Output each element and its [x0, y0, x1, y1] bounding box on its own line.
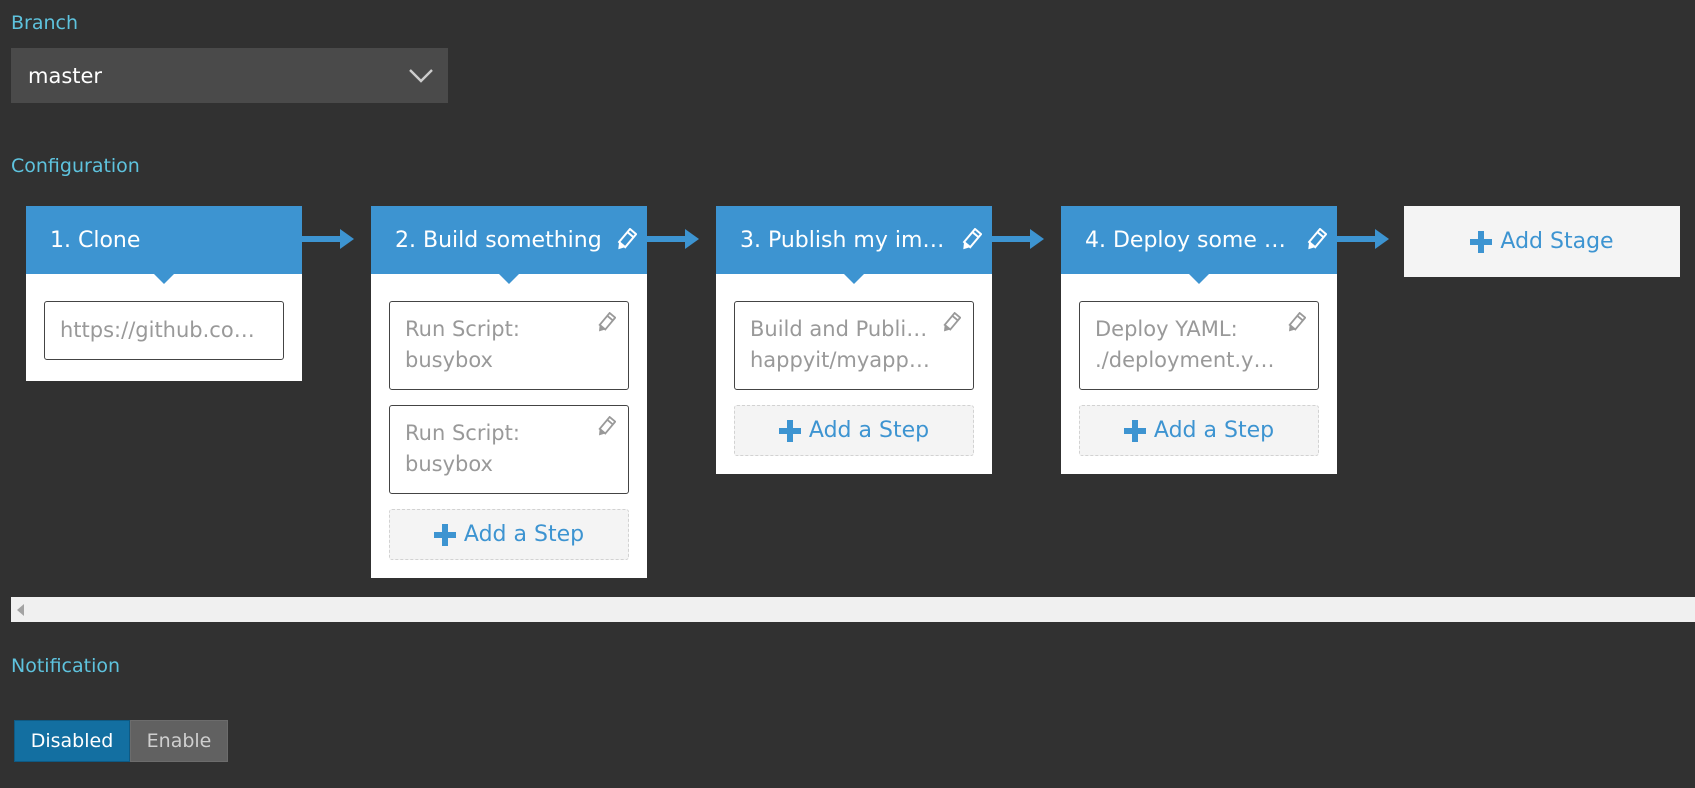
enable-button[interactable]: Enable — [130, 720, 228, 762]
stage-caret — [1188, 273, 1210, 284]
pencil-icon[interactable] — [596, 312, 616, 334]
add-step-button[interactable]: Add a Step — [389, 509, 629, 560]
step-card[interactable]: Run Script: busybox — [389, 405, 629, 494]
stage-title: 4. Deploy some w… — [1085, 227, 1297, 253]
arrow-right-icon — [1337, 229, 1389, 249]
stage-header[interactable]: 1. Clone — [26, 206, 302, 284]
stage-deploy: 4. Deploy some w… Deploy YAML: ./deploym… — [1061, 206, 1337, 474]
clone-url-step[interactable]: https://github.com… — [44, 301, 284, 360]
plus-icon — [433, 523, 456, 546]
plus-icon — [1470, 230, 1493, 253]
add-step-label: Add a Step — [463, 522, 585, 547]
arrow-right-icon — [992, 229, 1044, 249]
pencil-icon[interactable] — [960, 228, 982, 252]
scroll-left-icon[interactable] — [17, 604, 25, 616]
branch-label: Branch — [11, 12, 79, 34]
step-line-2: busybox — [405, 348, 493, 372]
stage-publish: 3. Publish my image Build and Publish… h… — [716, 206, 992, 474]
stage-header[interactable]: 3. Publish my image — [716, 206, 992, 284]
step-line-1: Build and Publish… — [750, 317, 933, 341]
stage-caret — [153, 273, 175, 284]
step-line-1: Run Script: — [405, 421, 520, 445]
stage-build: 2. Build something Run Script: busybox R… — [371, 206, 647, 578]
step-line-1: Deploy YAML: — [1095, 317, 1238, 341]
arrow-right-icon — [302, 229, 354, 249]
step-card[interactable]: Deploy YAML: ./deployment.yaml — [1079, 301, 1319, 390]
plus-icon — [1123, 419, 1146, 442]
configuration-label: Configuration — [11, 155, 140, 177]
add-stage-button[interactable]: Add Stage — [1404, 206, 1680, 277]
step-card[interactable]: Run Script: busybox — [389, 301, 629, 390]
plus-icon — [778, 419, 801, 442]
add-step-label: Add a Step — [808, 418, 930, 443]
add-step-button[interactable]: Add a Step — [734, 405, 974, 456]
step-card[interactable]: Build and Publish… happyit/myapp:v1.0… — [734, 301, 974, 390]
branch-select[interactable]: master — [11, 48, 448, 103]
stage-clone: 1. Clone https://github.com… — [26, 206, 302, 381]
pencil-icon[interactable] — [941, 312, 961, 334]
chevron-down-icon — [409, 69, 433, 83]
stage-title: 3. Publish my image — [740, 227, 952, 253]
notification-label: Notification — [11, 655, 121, 677]
step-line-2: happyit/myapp:v1.0… — [750, 348, 933, 372]
horizontal-scrollbar[interactable] — [11, 597, 1695, 622]
stage-header[interactable]: 4. Deploy some w… — [1061, 206, 1337, 284]
pencil-icon[interactable] — [1286, 312, 1306, 334]
pencil-icon[interactable] — [596, 416, 616, 438]
pencil-icon[interactable] — [1305, 228, 1327, 252]
add-step-label: Add a Step — [1153, 418, 1275, 443]
stage-title: 1. Clone — [50, 227, 141, 253]
arrow-right-icon — [647, 229, 699, 249]
stage-title: 2. Build something — [395, 227, 602, 253]
stage-caret — [498, 273, 520, 284]
notification-toggle: Disabled Enable — [14, 720, 228, 762]
step-line-2: ./deployment.yaml — [1095, 348, 1278, 372]
step-line-1: Run Script: — [405, 317, 520, 341]
branch-selected-value: master — [28, 63, 103, 88]
add-stage-label: Add Stage — [1500, 229, 1614, 254]
stage-header[interactable]: 2. Build something — [371, 206, 647, 284]
step-line-1: https://github.com… — [60, 318, 273, 342]
disabled-button[interactable]: Disabled — [14, 720, 130, 762]
stage-caret — [843, 273, 865, 284]
pencil-icon[interactable] — [615, 228, 637, 252]
step-line-2: busybox — [405, 452, 493, 476]
add-step-button[interactable]: Add a Step — [1079, 405, 1319, 456]
